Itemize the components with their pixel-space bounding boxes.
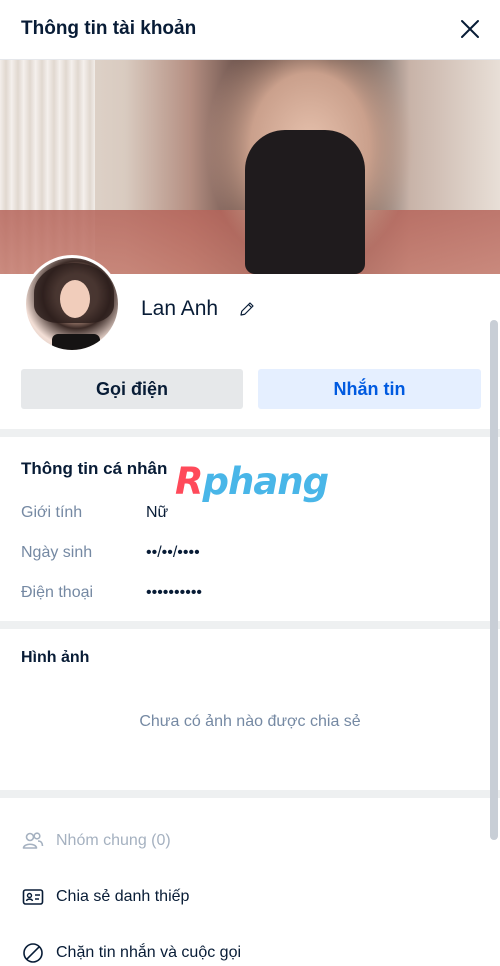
cover-dress — [245, 130, 365, 274]
watermark-rest: phang — [202, 460, 330, 503]
watermark-first-letter: R — [175, 460, 203, 503]
birthday-label: Ngày sinh — [21, 544, 93, 561]
common-groups-item[interactable]: Nhóm chung (0) — [21, 826, 171, 856]
watermark-logo: Rphang — [175, 460, 330, 503]
pencil-icon[interactable] — [238, 300, 256, 318]
phone-value: •••••••••• — [146, 584, 203, 601]
call-button[interactable]: Gọi điện — [21, 369, 243, 409]
close-icon[interactable] — [458, 17, 482, 41]
message-button[interactable]: Nhắn tin — [258, 369, 481, 409]
birthday-value: ••/••/•••• — [146, 544, 200, 561]
page-title: Thông tin tài khoản — [21, 18, 197, 39]
images-title: Hình ảnh — [21, 649, 90, 666]
group-icon — [22, 832, 44, 849]
gender-value: Nữ — [146, 504, 169, 521]
avatar[interactable] — [23, 255, 121, 353]
divider — [0, 429, 500, 437]
profile-name: Lan Anh — [141, 297, 219, 320]
divider — [0, 790, 500, 798]
share-contact-item[interactable]: Chia sẻ danh thiếp — [21, 882, 189, 912]
personal-info-title: Thông tin cá nhân — [21, 459, 168, 478]
block-label: Chặn tin nhắn và cuộc gọi — [56, 944, 242, 961]
block-icon — [23, 943, 43, 963]
phone-label: Điện thoại — [21, 584, 94, 601]
contact-card-icon — [22, 889, 44, 905]
header: Thông tin tài khoản — [0, 0, 500, 60]
avatar-top — [52, 334, 100, 350]
avatar-face — [60, 280, 90, 318]
scrollbar[interactable] — [490, 320, 498, 840]
images-empty-text: Chưa có ảnh nào được chia sẻ — [139, 713, 361, 730]
share-contact-label: Chia sẻ danh thiếp — [56, 888, 190, 905]
gender-label: Giới tính — [21, 504, 83, 521]
common-groups-label: Nhóm chung (0) — [56, 832, 171, 849]
block-item[interactable]: Chặn tin nhắn và cuộc gọi — [21, 938, 241, 966]
cover-photo[interactable] — [0, 60, 500, 274]
divider — [0, 621, 500, 629]
